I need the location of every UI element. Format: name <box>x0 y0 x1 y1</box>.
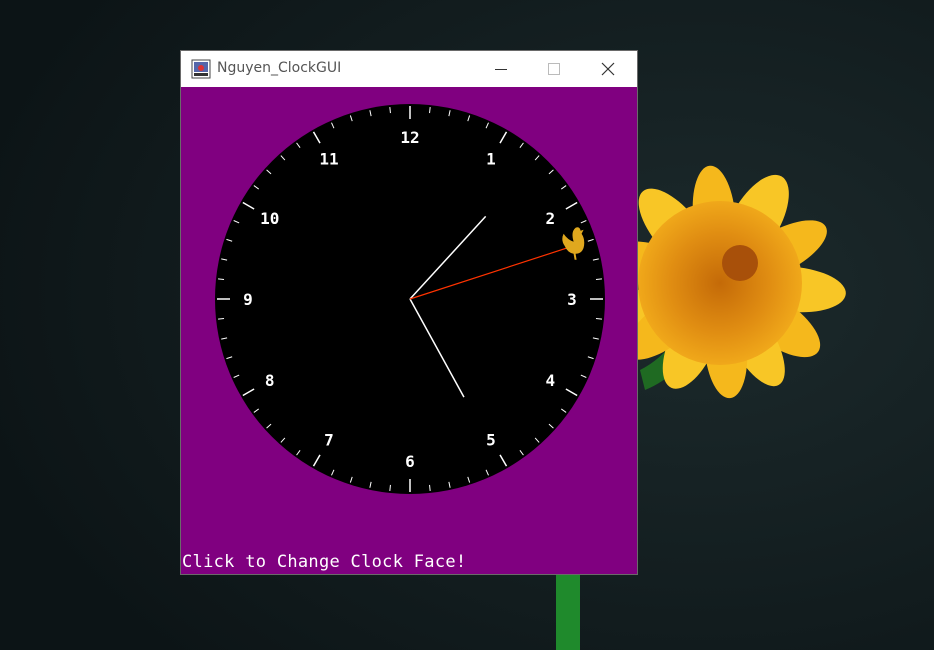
change-face-hint: Click to Change Clock Face! <box>182 552 467 572</box>
numeral-5: 5 <box>486 430 496 449</box>
numeral-1: 1 <box>486 150 496 169</box>
numeral-2: 2 <box>545 209 555 228</box>
flower-core <box>722 245 758 281</box>
minor-tick <box>429 107 431 114</box>
minor-tick <box>429 484 431 491</box>
close-button[interactable] <box>585 51 631 87</box>
minor-tick <box>218 278 225 280</box>
minimize-icon <box>495 69 507 70</box>
numeral-6: 6 <box>405 452 415 471</box>
java-app-icon <box>191 59 211 79</box>
clock-panel[interactable]: 12 1 2 3 4 5 6 7 8 9 10 11 Click to Change Clock Fa… <box>181 87 637 574</box>
numeral-8: 8 <box>265 371 275 390</box>
clock-window: Nguyen_ClockGUI 12 1 2 3 4 5 6 7 8 9 10 11 Click to… <box>181 51 637 574</box>
numeral-3: 3 <box>567 290 577 309</box>
numeral-7: 7 <box>324 430 334 449</box>
close-icon <box>601 62 615 76</box>
maximize-button[interactable] <box>531 51 577 87</box>
numeral-10: 10 <box>260 209 279 228</box>
flower-center <box>638 201 802 365</box>
maximize-icon <box>548 63 560 75</box>
clock-face[interactable]: 121234567891011 <box>181 87 637 547</box>
minor-tick <box>389 484 391 491</box>
minor-tick <box>218 318 225 320</box>
numeral-4: 4 <box>545 371 555 390</box>
minimize-button[interactable] <box>478 51 524 87</box>
numeral-12: 12 <box>400 128 419 147</box>
numeral-11: 11 <box>319 150 338 169</box>
window-title: Nguyen_ClockGUI <box>217 60 342 76</box>
title-bar[interactable]: Nguyen_ClockGUI <box>181 51 637 87</box>
minor-tick <box>595 278 602 280</box>
minor-tick <box>389 107 391 114</box>
minor-tick <box>595 318 602 320</box>
numeral-9: 9 <box>243 290 253 309</box>
